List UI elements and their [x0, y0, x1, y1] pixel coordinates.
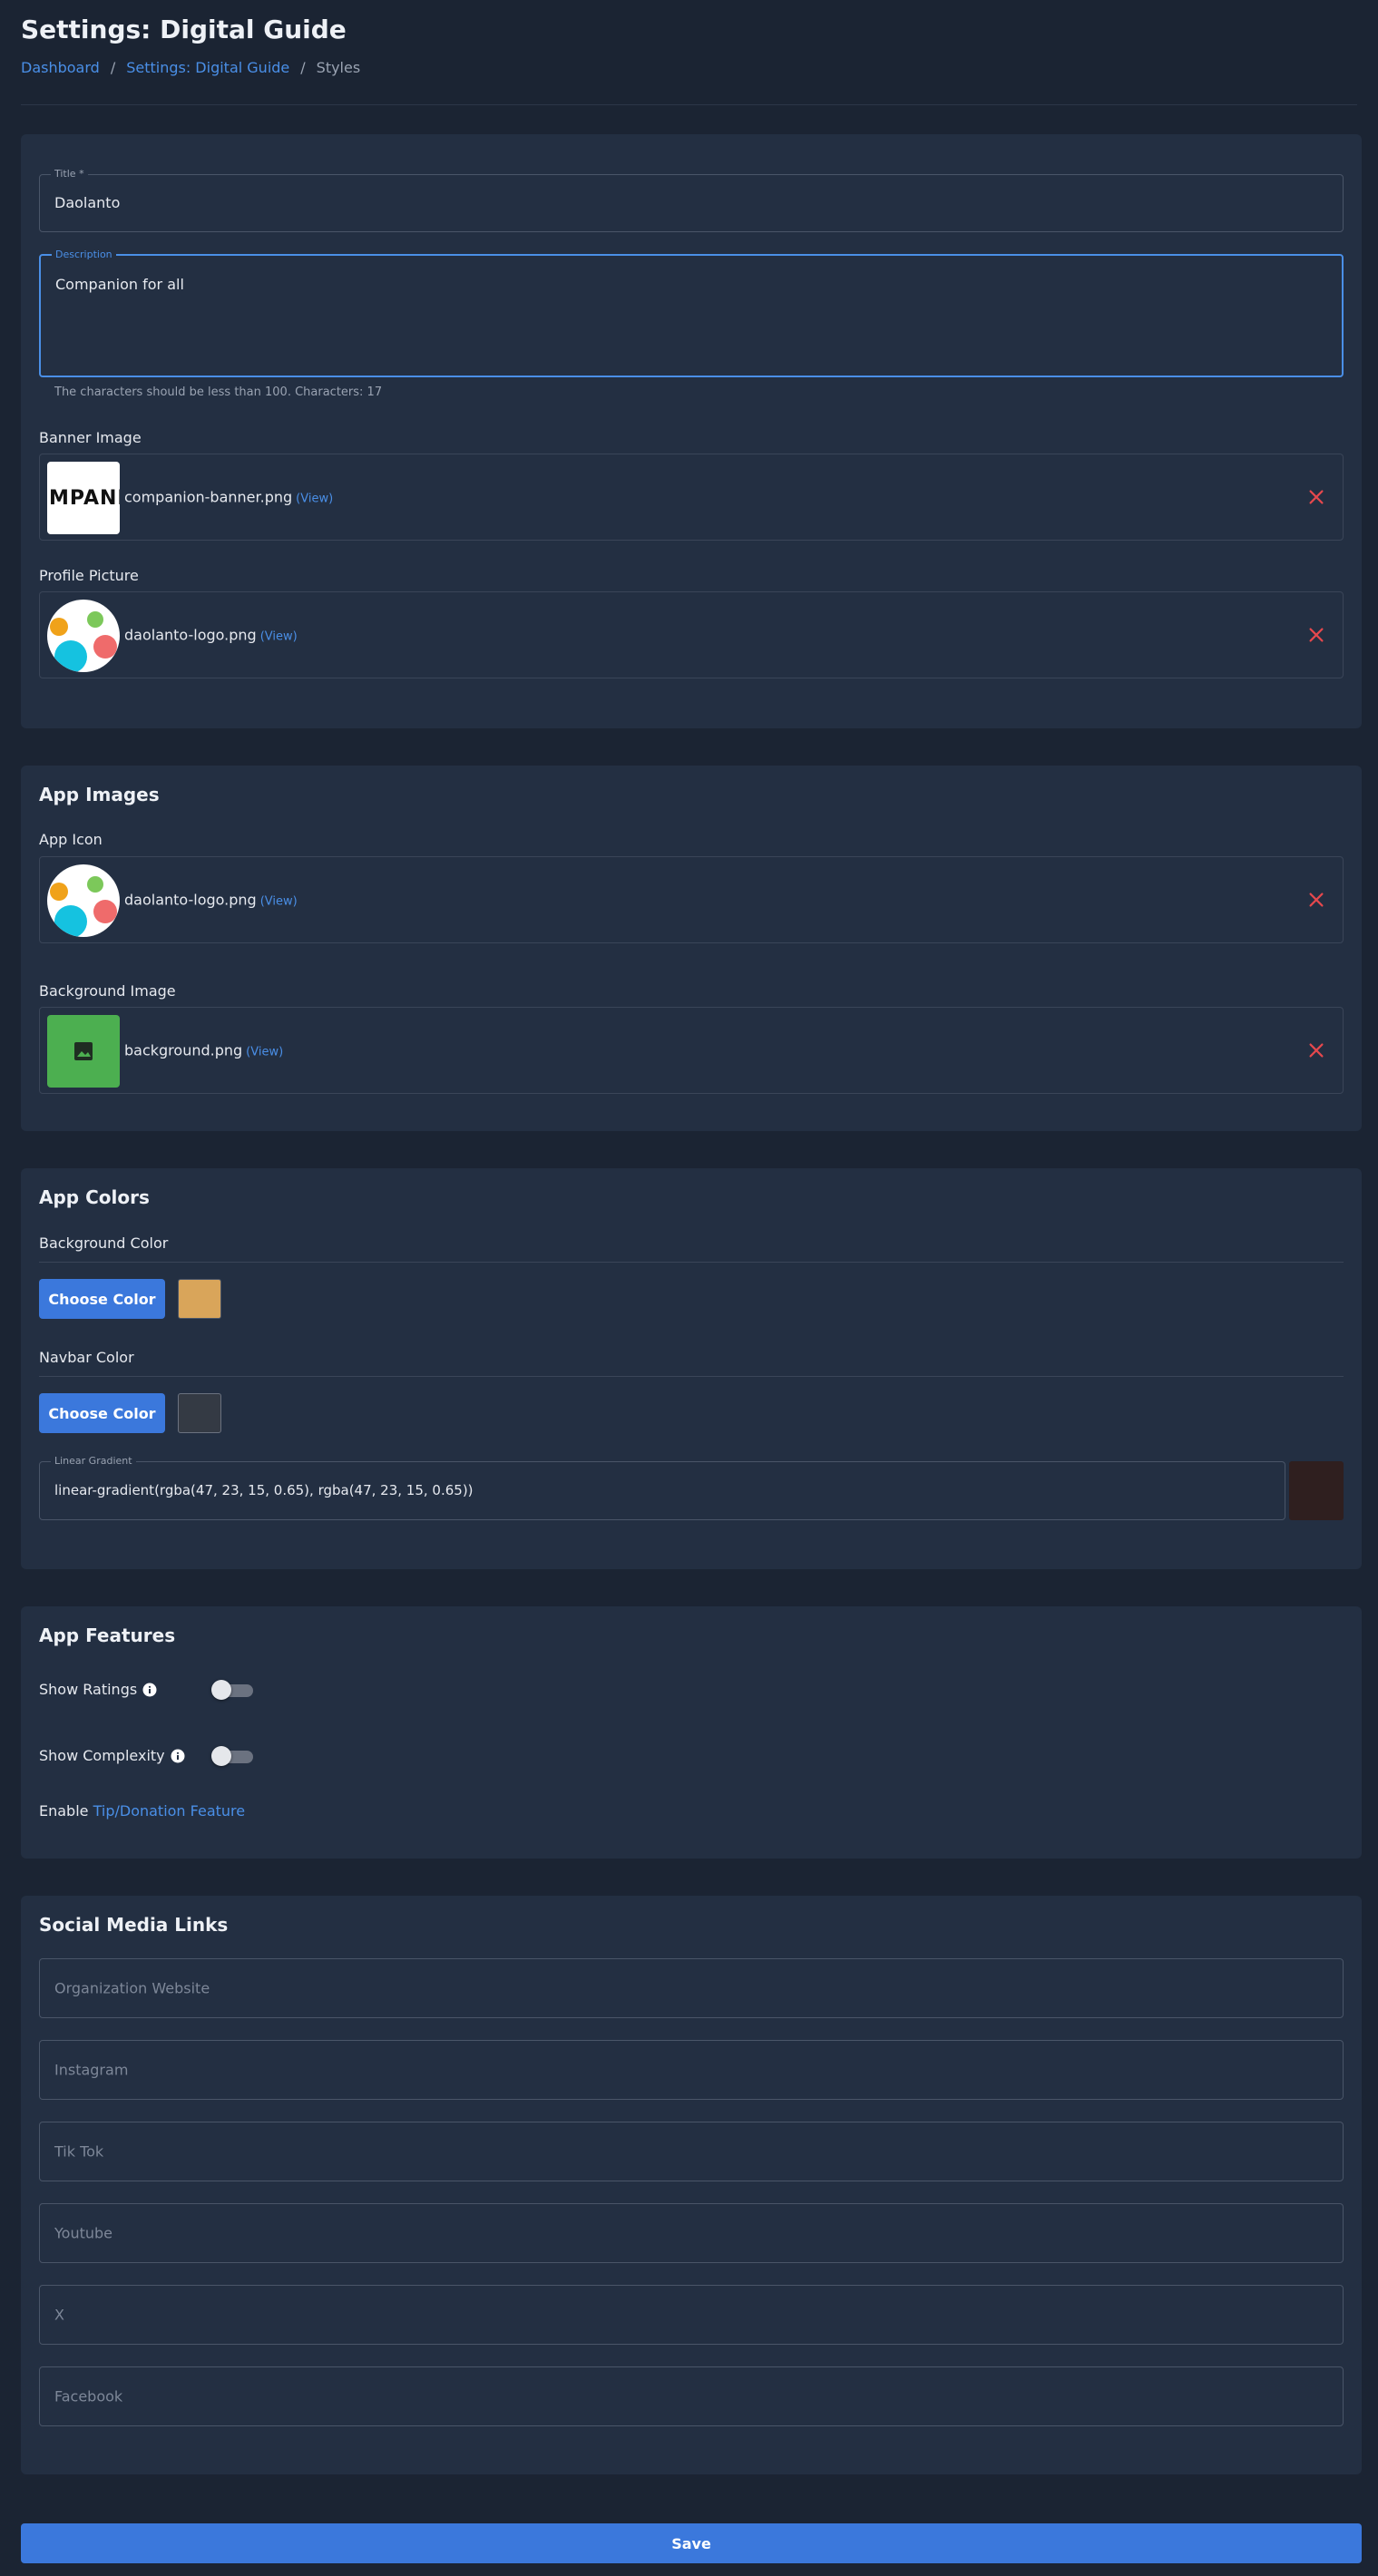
breadcrumb-dashboard[interactable]: Dashboard	[21, 59, 100, 76]
banner-file-name: companion-banner.png	[124, 488, 293, 506]
gradient-preview-swatch	[1289, 1461, 1344, 1520]
description-field-label: Description	[52, 249, 116, 260]
description-helper: The characters should be less than 100. …	[54, 385, 383, 399]
tiktok-placeholder: Tik Tok	[54, 2142, 104, 2161]
social-media-card: Social Media Links Organization Website …	[21, 1896, 1362, 2474]
background-file: background.png (View)	[124, 1042, 283, 1059]
banner-thumbnail-text: MPANI	[49, 487, 120, 510]
background-color-label: Background Color	[39, 1234, 169, 1252]
background-image-label: Background Image	[39, 982, 176, 1000]
x-placeholder: X	[54, 2306, 64, 2324]
tiktok-input[interactable]: Tik Tok	[39, 2122, 1344, 2181]
banner-thumbnail[interactable]: MPANI	[47, 462, 120, 534]
organization-website-placeholder: Organization Website	[54, 1979, 210, 1997]
logo-dots-icon	[50, 876, 117, 937]
app-features-title: App Features	[39, 1625, 176, 1646]
background-color-swatch[interactable]	[178, 1279, 221, 1319]
navbar-color-label: Navbar Color	[39, 1349, 134, 1366]
toggle-knob	[211, 1746, 231, 1766]
background-file-name: background.png	[124, 1041, 243, 1059]
show-complexity-row: Show Complexity	[39, 1747, 185, 1764]
remove-app-icon-icon[interactable]	[1306, 890, 1326, 910]
description-field[interactable]: Description Companion for all	[39, 249, 1344, 377]
background-thumbnail[interactable]	[47, 1015, 120, 1088]
save-button[interactable]: Save	[21, 2523, 1362, 2563]
app-colors-card: App Colors Background Color Choose Color…	[21, 1168, 1362, 1569]
show-ratings-toggle[interactable]	[211, 1679, 253, 1701]
description-field-value[interactable]: Companion for all	[55, 276, 184, 293]
app-icon-label: App Icon	[39, 831, 103, 848]
app-icon-file-name: daolanto-logo.png	[124, 891, 257, 909]
logo-dots-icon	[50, 611, 117, 672]
remove-banner-icon[interactable]	[1306, 487, 1326, 507]
show-ratings-row: Show Ratings	[39, 1681, 157, 1698]
app-icon-upload: daolanto-logo.png (View)	[39, 856, 1344, 943]
app-images-title: App Images	[39, 784, 160, 805]
tip-donation-link[interactable]: Tip/Donation Feature	[93, 1802, 246, 1820]
title-field-label: Title *	[51, 168, 88, 180]
general-card: Title * Daolanto Description Companion f…	[21, 134, 1362, 728]
app-icon-file: daolanto-logo.png (View)	[124, 892, 298, 909]
remove-background-icon[interactable]	[1306, 1040, 1326, 1060]
page-title: Settings: Digital Guide	[21, 15, 347, 44]
profile-file-name: daolanto-logo.png	[124, 626, 257, 644]
choose-navbar-color-button[interactable]: Choose Color	[39, 1393, 165, 1433]
profile-thumbnail[interactable]	[47, 600, 120, 672]
banner-view-link[interactable]: (View)	[296, 493, 333, 506]
enable-tip-row: Enable Tip/Donation Feature	[39, 1802, 245, 1820]
background-upload: background.png (View)	[39, 1007, 1344, 1094]
profile-file: daolanto-logo.png (View)	[124, 627, 298, 644]
navbar-color-divider	[39, 1376, 1344, 1377]
profile-picture-label: Profile Picture	[39, 567, 139, 584]
breadcrumb: Dashboard / Settings: Digital Guide / St…	[21, 59, 360, 76]
title-field-value[interactable]: Daolanto	[54, 194, 120, 211]
instagram-input[interactable]: Instagram	[39, 2040, 1344, 2100]
youtube-placeholder: Youtube	[54, 2224, 112, 2242]
app-icon-thumbnail[interactable]	[47, 864, 120, 937]
header-divider	[21, 104, 1357, 105]
app-features-card: App Features Show Ratings Show Complexit…	[21, 1606, 1362, 1859]
background-view-link[interactable]: (View)	[246, 1046, 283, 1059]
app-icon-view-link[interactable]: (View)	[260, 895, 298, 909]
app-images-card: App Images App Icon daolanto-logo.png (Vi…	[21, 766, 1362, 1131]
facebook-placeholder: Facebook	[54, 2387, 123, 2405]
social-media-title: Social Media Links	[39, 1914, 229, 1936]
banner-image-label: Banner Image	[39, 429, 142, 446]
app-colors-title: App Colors	[39, 1186, 150, 1208]
remove-profile-icon[interactable]	[1306, 625, 1326, 645]
navbar-color-swatch[interactable]	[178, 1393, 221, 1433]
choose-background-color-button[interactable]: Choose Color	[39, 1279, 165, 1319]
title-field[interactable]: Title * Daolanto	[39, 168, 1344, 232]
info-icon[interactable]	[171, 1749, 185, 1763]
breadcrumb-current: Styles	[316, 59, 361, 76]
organization-website-input[interactable]: Organization Website	[39, 1958, 1344, 2018]
show-complexity-label: Show Complexity	[39, 1747, 165, 1764]
linear-gradient-value[interactable]: linear-gradient(rgba(47, 23, 15, 0.65), …	[54, 1482, 474, 1498]
youtube-input[interactable]: Youtube	[39, 2203, 1344, 2263]
show-complexity-toggle[interactable]	[211, 1745, 253, 1767]
background-color-divider	[39, 1262, 1344, 1263]
toggle-knob	[211, 1680, 231, 1700]
show-ratings-label: Show Ratings	[39, 1681, 138, 1698]
x-input[interactable]: X	[39, 2285, 1344, 2345]
facebook-input[interactable]: Facebook	[39, 2366, 1344, 2426]
info-icon[interactable]	[142, 1683, 157, 1697]
enable-prefix: Enable	[39, 1802, 89, 1820]
linear-gradient-label: Linear Gradient	[51, 1455, 136, 1467]
banner-file: companion-banner.png (View)	[124, 489, 333, 506]
breadcrumb-settings[interactable]: Settings: Digital Guide	[126, 59, 289, 76]
profile-view-link[interactable]: (View)	[260, 630, 298, 644]
breadcrumb-separator: /	[300, 59, 306, 76]
image-icon	[74, 1042, 93, 1060]
profile-upload: daolanto-logo.png (View)	[39, 591, 1344, 678]
linear-gradient-field[interactable]: Linear Gradient linear-gradient(rgba(47,…	[39, 1455, 1285, 1520]
breadcrumb-separator: /	[110, 59, 116, 76]
instagram-placeholder: Instagram	[54, 2061, 129, 2079]
banner-upload: MPANI companion-banner.png (View)	[39, 454, 1344, 541]
